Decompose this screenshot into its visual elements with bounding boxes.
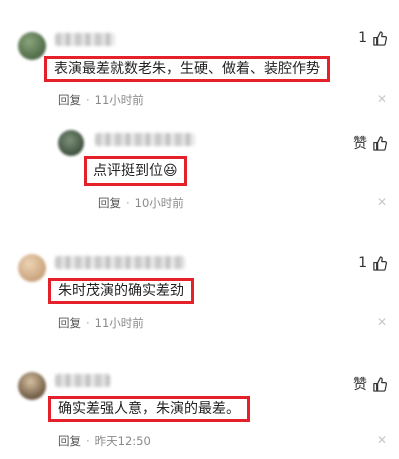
comment-text: 朱时茂演的确实差劲 (48, 278, 194, 304)
comment-text: 点评挺到位😆 (84, 156, 187, 186)
close-icon[interactable]: ✕ (377, 92, 387, 106)
like-count: 1 (358, 30, 367, 46)
comment-meta: 回复 · 11小时前 (58, 316, 144, 330)
thumbs-up-icon (373, 30, 387, 46)
timestamp: 昨天12:50 (94, 434, 151, 448)
like-button[interactable]: 赞 (353, 133, 387, 153)
avatar[interactable] (18, 32, 46, 60)
timestamp: 11小时前 (94, 316, 144, 330)
timestamp: 11小时前 (94, 93, 144, 107)
like-button[interactable]: 赞 (353, 374, 387, 394)
reply-button[interactable]: 回复 (58, 434, 81, 448)
thumbs-up-icon (373, 255, 387, 271)
username[interactable] (55, 374, 110, 387)
thumbs-up-icon (373, 376, 387, 392)
like-count: 1 (358, 255, 367, 271)
close-icon[interactable]: ✕ (377, 315, 387, 329)
avatar[interactable] (58, 130, 84, 156)
username[interactable] (55, 33, 115, 46)
comment-meta: 回复 · 11小时前 (58, 93, 144, 107)
like-count: 赞 (353, 377, 367, 393)
username[interactable] (95, 133, 195, 146)
comment-meta: 回复 · 10小时前 (98, 196, 184, 210)
like-button[interactable]: 1 (358, 255, 387, 271)
close-icon[interactable]: ✕ (377, 433, 387, 447)
reply-button[interactable]: 回复 (98, 196, 121, 210)
like-count: 赞 (353, 136, 367, 152)
thumbs-up-icon (373, 135, 387, 151)
reply-button[interactable]: 回复 (58, 93, 81, 107)
reply-button[interactable]: 回复 (58, 316, 81, 330)
comment-text: 确实差强人意，朱演的最差。 (48, 396, 250, 422)
avatar[interactable] (18, 372, 46, 400)
comment-text: 表演最差就数老朱，生硬、做着、装腔作势 (44, 56, 330, 82)
like-button[interactable]: 1 (358, 30, 387, 46)
timestamp: 10小时前 (134, 196, 184, 210)
avatar[interactable] (18, 254, 46, 282)
username[interactable] (55, 256, 185, 269)
close-icon[interactable]: ✕ (377, 195, 387, 209)
comment-meta: 回复 · 昨天12:50 (58, 434, 151, 448)
